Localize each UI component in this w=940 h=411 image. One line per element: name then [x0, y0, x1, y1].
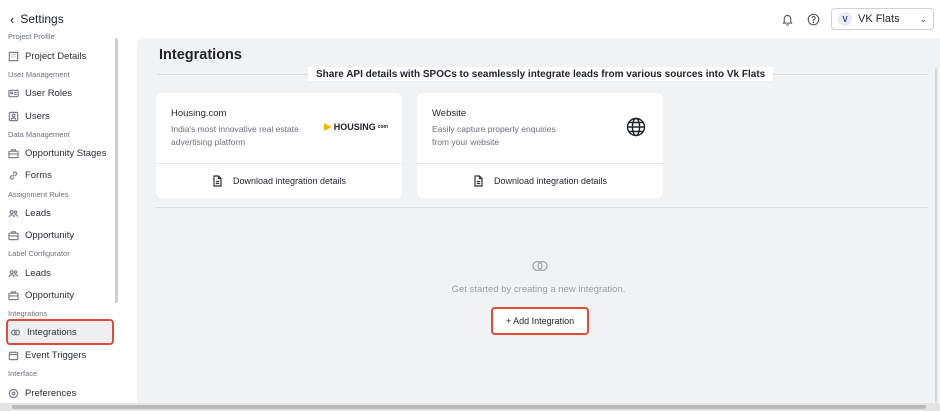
project-avatar: V — [838, 12, 852, 26]
cards-divider — [155, 207, 928, 208]
sidebar-item-label: Integrations — [27, 326, 77, 338]
calendar-icon — [8, 350, 19, 360]
integration-card-website: Website Easily capture property enquirie… — [417, 93, 663, 198]
sidebar-item-label-opportunity[interactable]: Opportunity — [8, 287, 74, 303]
top-right-controls: V VK Flats ⌄ — [779, 8, 934, 30]
document-icon — [213, 175, 222, 187]
bell-icon[interactable] — [779, 11, 795, 27]
section-label-configurator: Label Configurator — [8, 249, 70, 258]
horizontal-scrollbar-thumb[interactable] — [12, 405, 926, 409]
project-selector[interactable]: V VK Flats ⌄ — [831, 8, 934, 30]
section-assignment-rules: Assignment Rules — [8, 190, 69, 199]
sidebar-item-label: Opportunity Stages — [25, 147, 107, 159]
sidebar-scrollbar[interactable] — [115, 38, 118, 303]
sidebar-item-label: Leads — [25, 267, 51, 279]
card-description: Easily capture property enquiries from y… — [432, 124, 556, 147]
sidebar-item-label: Event Triggers — [25, 349, 87, 361]
sidebar-item-forms[interactable]: Forms — [8, 167, 52, 183]
integrations-empty-icon — [532, 260, 548, 272]
sidebar-item-label: Opportunity — [25, 289, 75, 301]
download-integration-details-button[interactable]: Download integration details — [417, 164, 663, 198]
empty-state-text: Get started by creating a new integratio… — [451, 284, 626, 295]
section-data-management: Data Management — [8, 130, 70, 139]
card-title: Website — [432, 108, 467, 119]
banner-project-name: Vk Flats — [726, 68, 766, 80]
card-description: India's most innovative real estate adve… — [171, 124, 299, 147]
sidebar-item-opportunity-stages[interactable]: Opportunity Stages — [8, 145, 106, 161]
horizontal-scrollbar[interactable] — [0, 403, 940, 411]
page-title: Integrations — [159, 47, 242, 63]
sidebar-item-label: Forms — [25, 169, 52, 181]
sidebar-item-event-triggers[interactable]: Event Triggers — [8, 347, 86, 363]
banner-text: Share API details with SPOCs to seamless… — [316, 68, 725, 80]
sidebar-item-assignment-leads[interactable]: Leads — [8, 205, 51, 221]
back-label: Settings — [20, 12, 64, 26]
housing-logo-mark — [323, 123, 332, 131]
sidebar-item-label: Leads — [25, 207, 51, 219]
add-integration-button[interactable]: + Add Integration — [491, 307, 589, 335]
document-icon — [474, 175, 483, 187]
chevron-down-icon: ⌄ — [919, 13, 927, 24]
sidebar-item-label: User Roles — [25, 87, 72, 99]
preferences-icon — [8, 388, 19, 398]
housing-logo: HOUSING com — [323, 122, 388, 132]
download-label: Download integration details — [493, 176, 608, 186]
people-icon — [8, 209, 19, 217]
sidebar-item-label: Users — [25, 110, 50, 122]
building-icon — [8, 51, 19, 61]
sidebar-item-preferences[interactable]: Preferences — [8, 385, 76, 401]
settings-sidebar: Project Profile Project Details User Man… — [0, 30, 122, 411]
sidebar-item-label: Opportunity — [25, 229, 75, 241]
section-integrations: Integrations — [8, 309, 48, 318]
integration-banner: Share API details with SPOCs to seamless… — [308, 67, 774, 81]
project-name: VK Flats — [858, 13, 900, 25]
back-to-settings-link[interactable]: ‹ Settings — [10, 12, 64, 26]
sidebar-item-users[interactable]: Users — [8, 108, 50, 124]
integration-card-housing: Housing.com India's most innovative real… — [156, 93, 402, 198]
sidebar-item-label-leads[interactable]: Leads — [8, 265, 51, 281]
link-icon — [9, 170, 18, 180]
id-card-icon — [8, 89, 19, 97]
main-scrollbar[interactable] — [935, 68, 937, 403]
housing-logo-suffix: com — [377, 124, 388, 130]
sidebar-item-integrations[interactable]: Integrations — [6, 319, 114, 345]
people-icon — [8, 269, 19, 277]
integrations-icon — [10, 329, 21, 335]
top-bar: ‹ Settings V VK Flats ⌄ — [0, 0, 940, 38]
settings-app: ‹ Settings V VK Flats ⌄ Project Profile … — [0, 0, 940, 411]
globe-icon — [626, 117, 646, 137]
housing-logo-text: HOUSING — [333, 122, 376, 132]
section-project-profile: Project Profile — [8, 32, 55, 41]
download-integration-details-button[interactable]: Download integration details — [156, 164, 402, 198]
integrations-panel: Integrations Share API details with SPOC… — [137, 38, 940, 411]
sidebar-item-project-details[interactable]: Project Details — [8, 48, 86, 64]
sidebar-item-label: Project Details — [25, 50, 87, 62]
card-title: Housing.com — [171, 108, 227, 119]
section-interface: Interface — [8, 369, 38, 378]
help-icon[interactable] — [805, 11, 821, 27]
chevron-left-icon: ‹ — [10, 11, 15, 27]
section-user-management: User Management — [8, 70, 70, 79]
users-icon — [8, 111, 19, 121]
briefcase-icon — [8, 290, 19, 300]
sidebar-item-user-roles[interactable]: User Roles — [8, 85, 72, 101]
sidebar-item-label: Preferences — [25, 387, 77, 399]
briefcase-icon — [8, 148, 19, 158]
sidebar-item-assignment-opportunity[interactable]: Opportunity — [8, 227, 74, 243]
download-label: Download integration details — [232, 176, 347, 186]
briefcase-icon — [8, 230, 19, 240]
